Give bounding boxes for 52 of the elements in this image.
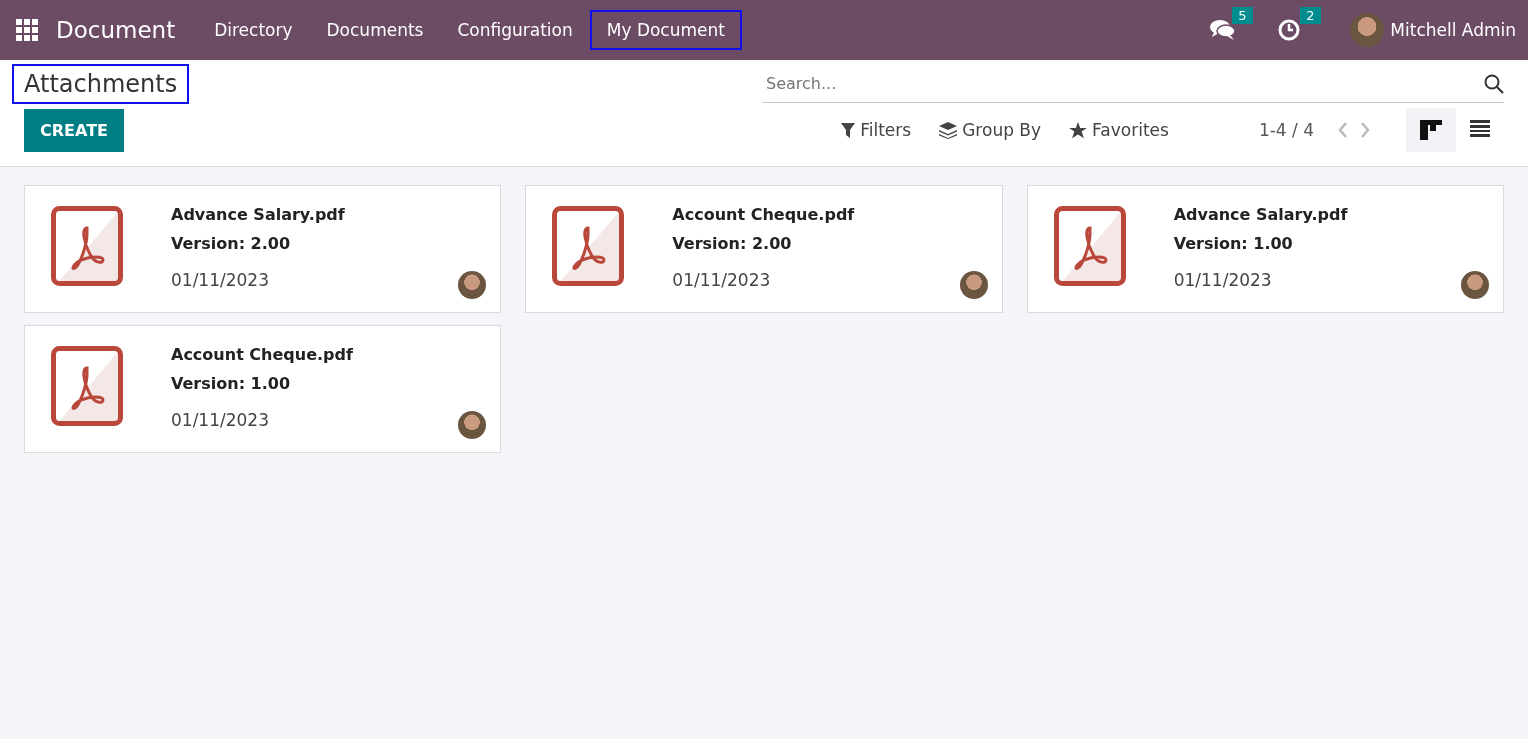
date-label: 01/11/2023: [1173, 270, 1273, 290]
create-button[interactable]: CREATE: [24, 108, 124, 152]
file-name: Advance Salary.pdf: [171, 204, 345, 226]
version-label: Version: 1.00: [1173, 233, 1294, 255]
filter-icon: [841, 122, 856, 138]
chevron-right-icon: [1360, 122, 1370, 138]
document-card[interactable]: Account Cheque.pdf Version: 2.00 01/11/2023: [525, 185, 1003, 313]
app-name[interactable]: Document: [56, 17, 176, 43]
pdf-file-icon: [1053, 206, 1126, 286]
avatar: [458, 411, 487, 439]
version-label: Version: 2.00: [672, 233, 793, 255]
search-icon[interactable]: [1484, 73, 1504, 94]
menu-item[interactable]: Configuration: [440, 10, 590, 50]
file-name: Account Cheque.pdf: [672, 204, 855, 226]
filter-menu-button[interactable]: Filters: [841, 120, 912, 140]
app-grid-icon[interactable]: [16, 19, 38, 41]
date-label: 01/11/2023: [672, 270, 772, 290]
filter-menu-button[interactable]: Group By: [939, 120, 1042, 140]
avatar: [1350, 13, 1385, 47]
search-field[interactable]: Search...: [764, 73, 1484, 94]
document-card[interactable]: Advance Salary.pdf Version: 1.00 01/11/2023: [1026, 185, 1504, 313]
date-label: 01/11/2023: [171, 410, 270, 430]
date-label: 01/11/2023: [171, 270, 270, 290]
chevron-left-icon: [1338, 122, 1348, 138]
filter-menu-button[interactable]: Favorites: [1069, 120, 1169, 140]
menu-item[interactable]: My Document: [589, 10, 742, 50]
pdf-file-icon: [51, 206, 123, 286]
avatar: [1461, 271, 1489, 299]
view-switch-button[interactable]: [1406, 108, 1456, 152]
kanban-icon: [1420, 120, 1442, 140]
file-name: Account Cheque.pdf: [171, 344, 353, 366]
menu-item[interactable]: Documents: [309, 10, 441, 50]
avatar: [959, 271, 988, 299]
layers-icon: [939, 121, 958, 139]
user-name[interactable]: Mitchell Admin: [1390, 20, 1516, 40]
chat-icon[interactable]: [1210, 19, 1237, 41]
list-icon: [1470, 120, 1490, 137]
avatar: [458, 271, 487, 299]
pdf-file-icon: [51, 346, 123, 426]
message-count-badge: 5: [1232, 7, 1253, 24]
document-card[interactable]: Account Cheque.pdf Version: 1.00 01/11/2023: [24, 325, 502, 453]
version-label: Version: 1.00: [171, 373, 292, 395]
menu-item[interactable]: Directory: [197, 10, 310, 50]
pager-value[interactable]: 1-4 / 4: [1258, 120, 1314, 140]
document-card[interactable]: Advance Salary.pdf Version: 2.00 01/11/2023: [24, 185, 502, 313]
clock-icon[interactable]: [1278, 19, 1301, 41]
page-title: Attachments: [12, 64, 190, 104]
version-label: Version: 2.00: [171, 233, 292, 255]
pdf-file-icon: [552, 206, 625, 286]
activity-count-badge: 2: [1300, 7, 1321, 24]
star-icon: [1069, 121, 1088, 139]
file-name: Advance Salary.pdf: [1173, 204, 1348, 226]
